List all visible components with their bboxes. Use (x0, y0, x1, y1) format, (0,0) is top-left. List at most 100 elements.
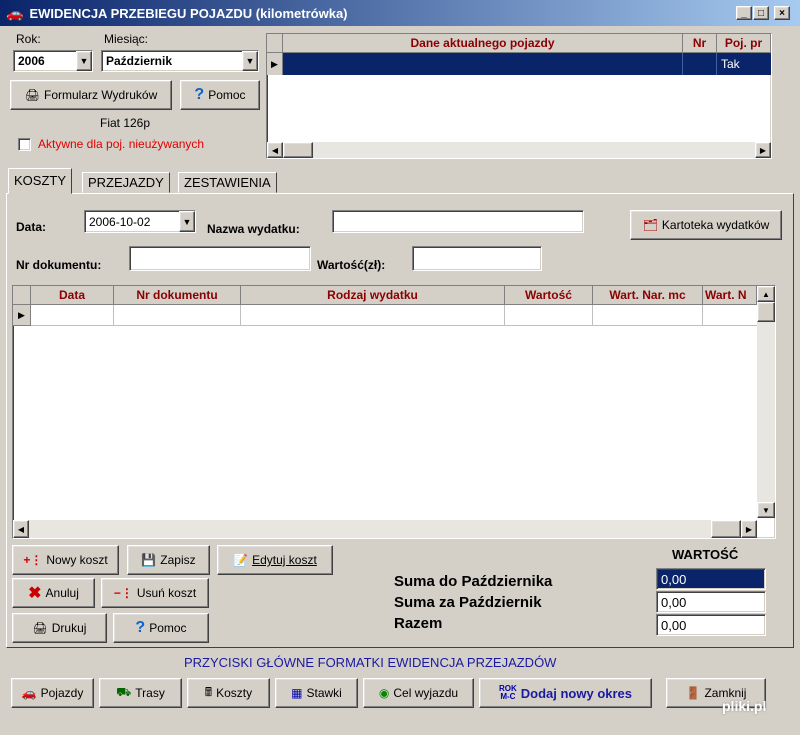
col-nr[interactable]: Nr (683, 34, 717, 53)
row-pointer-icon: ▶ (267, 53, 283, 75)
razem-label: Razem (394, 615, 443, 632)
scroll-right-icon[interactable]: ▶ (755, 142, 771, 158)
pomoc-button[interactable]: ? Pomoc (113, 613, 209, 643)
data-label: Data: (16, 220, 47, 234)
kartoteka-label: Kartoteka wydatków (661, 218, 770, 232)
wartosc-input[interactable] (412, 246, 542, 271)
stawki-button[interactable]: ▦ Stawki (275, 678, 358, 708)
cel-wyjazdu-button[interactable]: ◉ Cel wyjazdu (363, 678, 474, 708)
scroll-left-icon[interactable]: ◀ (13, 520, 29, 538)
delete-row-icon: −⋮ (113, 586, 133, 600)
col-wartosc[interactable]: Wartość (505, 286, 593, 305)
anuluj-button[interactable]: ✖ Anuluj (12, 578, 95, 608)
cell (703, 305, 757, 326)
route-icon: ⛟ (116, 685, 132, 699)
tab-przejazdy[interactable]: PRZEJAZDY (82, 172, 170, 193)
chevron-down-icon[interactable]: ▼ (179, 211, 195, 232)
cell (31, 305, 114, 326)
drukuj-button[interactable]: 🖨 Drukuj (12, 613, 107, 643)
watermark: pliki.pl (722, 698, 767, 714)
nowy-koszt-button[interactable]: +⋮ Nowy koszt (12, 545, 119, 575)
maximize-button[interactable]: □ (753, 6, 769, 20)
tab-koszty[interactable]: KOSZTY (8, 168, 73, 194)
cel-wyjazdu-label: Cel wyjazdu (393, 686, 459, 700)
stawki-label: Stawki (306, 686, 342, 700)
rok-value: 2006 (18, 54, 45, 68)
koszty-button[interactable]: 🖩 Koszty (187, 678, 270, 708)
vehicle-grid: Dane aktualnego pojazdy Nr Poj. pr ▶ Tak… (266, 33, 772, 159)
printer-icon: 🖨 (24, 88, 40, 102)
cell-poj: Tak (721, 57, 740, 71)
suma-do-label: Suma do Października (394, 573, 553, 590)
cost-grid: Data Nr dokumentu Rodzaj wydatku Wartość… (12, 285, 776, 539)
close-button[interactable]: × (774, 6, 790, 20)
miesiac-select[interactable]: Październik ▼ (101, 50, 259, 72)
exit-door-icon: 🚪 (685, 686, 701, 700)
cell (114, 305, 241, 326)
scroll-thumb[interactable] (757, 302, 775, 322)
pomoc-top-button[interactable]: ? Pomoc (180, 80, 260, 110)
pojazdy-button[interactable]: 🚗 Pojazdy (11, 678, 94, 708)
data-date-picker[interactable]: 2006-10-02 ▼ (84, 210, 196, 233)
dodaj-nowy-okres-button[interactable]: ROK M-C Dodaj nowy okres (479, 678, 652, 708)
scroll-left-icon[interactable]: ◀ (267, 142, 283, 158)
rok-select[interactable]: 2006 ▼ (13, 50, 93, 72)
scroll-down-icon[interactable]: ▼ (757, 502, 775, 518)
aktywne-label: Aktywne dla poj. nieużywanych (38, 137, 205, 151)
vehicle-grid-hscroll[interactable]: ◀ ▶ (267, 142, 771, 158)
cell (505, 305, 593, 326)
zapisz-label: Zapisz (160, 553, 196, 567)
usun-koszt-button[interactable]: −⋮ Usuń koszt (101, 578, 209, 608)
pomoc-label: Pomoc (149, 621, 187, 635)
vehicle-name: Fiat 126p (100, 116, 151, 130)
scroll-right-icon[interactable]: ▶ (741, 520, 757, 538)
col-dane[interactable]: Dane aktualnego pojazdy (283, 34, 683, 53)
nowy-koszt-label: Nowy koszt (46, 553, 108, 567)
scroll-up-icon[interactable]: ▲ (757, 286, 775, 302)
formularz-wydrukow-button[interactable]: 🖨 Formularz Wydruków (10, 80, 172, 110)
tab-zestawienia[interactable]: ZESTAWIENIA (178, 172, 277, 193)
chevron-down-icon[interactable]: ▼ (242, 51, 258, 71)
col-poj[interactable]: Poj. pr (717, 34, 771, 53)
usun-koszt-label: Usuń koszt (136, 586, 197, 600)
chevron-down-icon[interactable]: ▼ (76, 51, 92, 71)
scroll-thumb[interactable] (283, 142, 313, 158)
table-row[interactable]: ▶ Tak (267, 53, 771, 75)
zapisz-button[interactable]: 💾 Zapisz (127, 545, 210, 575)
calculator-icon: 🖩 (204, 684, 213, 699)
scroll-thumb[interactable] (711, 520, 741, 538)
calendar-period-icon: ROK M-C (499, 685, 517, 701)
kartoteka-wydatkow-button[interactable]: 🗂 Kartoteka wydatków (630, 210, 782, 240)
pojazdy-label: Pojazdy (40, 686, 84, 700)
edytuj-koszt-button[interactable]: 📝 Edytuj koszt (217, 545, 333, 575)
dodaj-okres-label: Dodaj nowy okres (520, 685, 633, 701)
col-wart-n[interactable]: Wart. N (703, 286, 757, 305)
help-icon: ? (194, 86, 205, 103)
col-wart-nar-mc[interactable]: Wart. Nar. mc (593, 286, 703, 305)
anuluj-label: Anuluj (45, 586, 79, 600)
target-icon: ◉ (378, 686, 390, 700)
pomoc-top-label: Pomoc (208, 88, 246, 102)
suma-do-value: 0,00 (656, 568, 766, 590)
cell (593, 305, 703, 326)
col-rodzaj[interactable]: Rodzaj wydatku (241, 286, 505, 305)
aktywne-checkbox[interactable] (18, 138, 31, 151)
okres-icon-bottom: M-C (500, 692, 516, 701)
cost-grid-vscroll[interactable]: ▲ ▼ (757, 286, 775, 518)
col-data[interactable]: Data (31, 286, 114, 305)
minimize-button[interactable]: _ (736, 6, 752, 20)
save-icon: 💾 (141, 553, 157, 567)
cancel-icon: ✖ (28, 585, 42, 602)
col-nr-dokumentu[interactable]: Nr dokumentu (114, 286, 241, 305)
edit-icon: 📝 (233, 553, 249, 567)
formularz-label: Formularz Wydruków (43, 88, 158, 102)
cell-nr (683, 53, 717, 75)
nazwa-input[interactable] (332, 210, 584, 233)
cost-grid-header: Data Nr dokumentu Rodzaj wydatku Wartość… (13, 286, 757, 305)
row-indicator-header (13, 286, 31, 305)
trasy-button[interactable]: ⛟ Trasy (99, 678, 182, 708)
table-row[interactable]: ▶ (13, 305, 757, 326)
nr-dokumentu-input[interactable] (129, 246, 311, 271)
title-bar: 🚗 EWIDENCJA PRZEBIEGU POJAZDU (kilometró… (0, 0, 800, 26)
cost-grid-hscroll[interactable]: ◀ ▶ (13, 520, 757, 538)
